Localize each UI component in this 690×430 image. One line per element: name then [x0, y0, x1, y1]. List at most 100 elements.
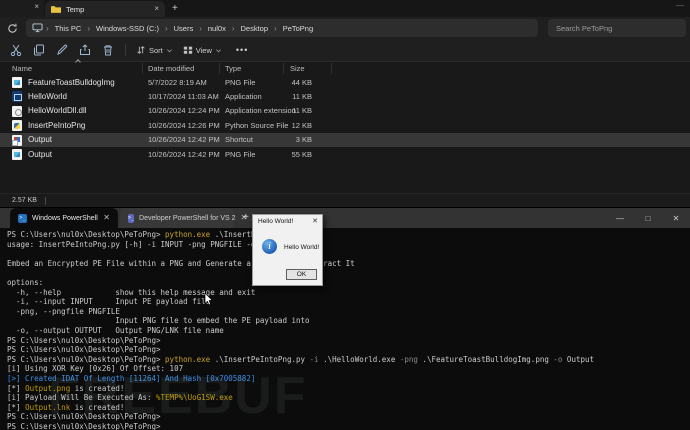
toolbar-separator	[125, 44, 126, 56]
search-input[interactable]: Search PeToPng	[548, 19, 686, 37]
folder-icon	[51, 5, 61, 13]
breadcrumb-chevron-icon: ›	[46, 23, 49, 33]
terminal-line: usage: InsertPeIntoPng.py [-h] -i INPUT …	[7, 239, 287, 249]
breadcrumb-item[interactable]: nul0x	[205, 24, 229, 33]
share-icon[interactable]	[78, 43, 92, 57]
close-dialog-icon[interactable]: ✕	[312, 217, 318, 225]
file-date: 10/26/2024 12:24 PM	[148, 106, 220, 116]
close-tab-icon[interactable]: ✕	[103, 214, 110, 222]
terminal-line: [*] Output.png is created!	[7, 383, 125, 393]
rename-icon[interactable]	[55, 43, 69, 57]
file-size: 11 KB	[292, 92, 312, 102]
file-date: 10/26/2024 12:42 PM	[148, 135, 220, 145]
breadcrumb-chevron-icon: ›	[87, 23, 91, 33]
dialog-title-bar[interactable]: Hello World! ✕	[253, 215, 322, 227]
column-type[interactable]: Type	[225, 64, 241, 73]
column-separator	[219, 63, 220, 74]
png-file-icon	[12, 148, 22, 160]
view-button[interactable]: View	[183, 45, 222, 55]
file-row[interactable]: HelloWorld 10/17/2024 11:03 AM Application…	[0, 89, 690, 103]
breadcrumb-item[interactable]: PeToPng	[280, 24, 316, 33]
explorer-tab-temp[interactable]: Temp ×	[45, 1, 165, 17]
sort-button[interactable]: Sort	[136, 45, 173, 55]
file-name: HelloWorldDll.dll	[28, 106, 87, 116]
ok-button[interactable]: OK	[286, 269, 317, 280]
file-size: 3 KB	[295, 135, 312, 145]
breadcrumb-chevron-icon: ›	[199, 23, 202, 33]
file-size: 44 KB	[291, 77, 312, 87]
tab-label: Temp	[66, 4, 85, 14]
explorer-tab-partial[interactable]: ×	[0, 0, 44, 17]
delete-icon[interactable]	[101, 43, 115, 57]
terminal-line: PS C:\Users\nul0x\Desktop\PeToPng>	[7, 345, 161, 355]
column-date[interactable]: Date modified	[148, 64, 194, 73]
mouse-cursor	[204, 293, 213, 306]
column-header-row: Name Date modified Type Size	[0, 59, 690, 75]
selected-size-text: 2.57 KB	[12, 197, 37, 204]
close-window-icon[interactable]: ✕	[662, 208, 690, 228]
png-file-icon	[12, 77, 22, 88]
dialog-message: Hello World!	[284, 244, 320, 251]
explorer-toolbar: Sort View •••	[0, 39, 690, 62]
minimize-window-icon[interactable]: —	[676, 1, 684, 10]
explorer-status-bar: 2.57 KB	[0, 193, 690, 207]
file-row[interactable]: HelloWorldDll.dll 10/26/2024 12:24 PM Appl…	[0, 104, 690, 118]
tab-developer-powershell[interactable]: >_ Developer PowerShell for VS 2 ✕	[120, 208, 247, 228]
copy-icon[interactable]	[32, 43, 46, 57]
chevron-down-icon	[215, 48, 221, 52]
powershell-icon: >_	[128, 213, 135, 223]
file-list: FeatureToastBulldogImg 5/7/2022 8:19 AM PN…	[0, 75, 690, 161]
view-label: View	[195, 45, 212, 55]
breadcrumb-item[interactable]: Desktop	[238, 24, 272, 33]
terminal-line: options:	[7, 277, 44, 287]
file-date: 5/7/2022 8:19 AM	[148, 77, 207, 87]
tab-windows-powershell[interactable]: >_ Windows PowerShell ✕	[10, 208, 118, 228]
file-size: 55 KB	[291, 149, 312, 159]
dialog-title: Hello World!	[258, 217, 294, 225]
terminal-line: PS C:\Users\nul0x\Desktop\PeToPng> pytho…	[7, 230, 305, 239]
sort-label: Sort	[149, 45, 163, 55]
more-options-icon[interactable]: •••	[236, 45, 248, 55]
address-bar-row: › This PC › Windows-SSD (C:) › Users › nul0x › De…	[0, 17, 690, 39]
file-name: Output	[28, 149, 53, 159]
file-name: HelloWorld	[28, 92, 67, 102]
terminal-line: -png, --pngfile PNGFILE	[7, 306, 120, 316]
column-name[interactable]: Name	[12, 64, 32, 73]
file-size: 12 KB	[291, 120, 312, 130]
explorer-tab-strip: × Temp × + —	[0, 0, 690, 17]
terminal-line: Input PNG file to embed the PE payload i…	[7, 316, 310, 326]
close-tab-icon[interactable]: ×	[154, 5, 159, 13]
view-grid-icon	[183, 46, 192, 54]
breadcrumb-chevron-icon: ›	[231, 23, 235, 33]
file-row[interactable]: InsertPeIntoPng 10/26/2024 12:26 PM Python…	[0, 118, 690, 132]
minimize-window-icon[interactable]: —	[606, 208, 634, 228]
file-name: InsertPeIntoPng	[28, 120, 86, 130]
terminal-window: >_ Windows PowerShell ✕ >_ Developer Pow…	[0, 208, 690, 430]
sort-arrows-icon	[137, 46, 145, 54]
shortcut-icon	[12, 134, 22, 146]
application-icon	[12, 91, 22, 103]
file-row[interactable]: Output 10/26/2024 12:42 PM Shortcut 3 KB	[0, 132, 690, 147]
refresh-icon[interactable]	[7, 23, 18, 34]
terminal-line: -i, --input INPUT Input PE payload file	[7, 297, 211, 307]
breadcrumb-item[interactable]: Windows-SSD (C:)	[93, 24, 162, 33]
breadcrumb[interactable]: › This PC › Windows-SSD (C:) › Users › nul0x › De…	[26, 19, 538, 37]
file-row[interactable]: Output 10/26/2024 12:42 PM PNG File 55 KB	[0, 147, 690, 161]
breadcrumb-item[interactable]: This PC	[52, 24, 85, 33]
cut-icon[interactable]	[9, 43, 23, 57]
powershell-icon: >_	[18, 213, 27, 223]
terminal-line: PS C:\Users\nul0x\Desktop\PeToPng>	[7, 335, 161, 345]
breadcrumb-item[interactable]: Users	[171, 24, 197, 33]
file-row[interactable]: FeatureToastBulldogImg 5/7/2022 8:19 AM PN…	[0, 75, 690, 89]
new-tab-button[interactable]: +	[172, 3, 178, 14]
search-placeholder: Search PeToPng	[556, 23, 613, 33]
terminal-content[interactable]: FREEBUF PS C:\Users\nul0x\Desktop\PeToPn…	[0, 228, 690, 430]
column-size[interactable]: Size	[290, 64, 305, 73]
close-tab-icon[interactable]: ×	[34, 3, 39, 11]
maximize-window-icon[interactable]: □	[634, 208, 662, 228]
terminal-line: PS C:\Users\nul0x\Desktop\PeToPng>	[7, 421, 161, 430]
new-terminal-tab-button[interactable]: +	[243, 212, 249, 223]
file-explorer-window: × Temp × + — › This PC › Windows-SSD (C:) › U…	[0, 0, 690, 207]
